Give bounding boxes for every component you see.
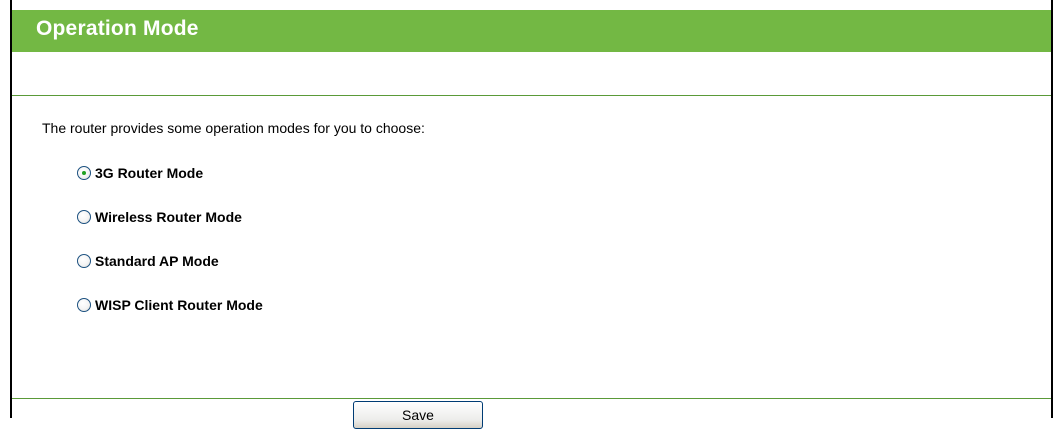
mode-option-wisp-client-router[interactable]: WISP Client Router Mode <box>77 295 263 315</box>
intro-text: The router provides some operation modes… <box>42 120 425 136</box>
mode-option-3g-router[interactable]: 3G Router Mode <box>77 163 203 183</box>
mode-option-standard-ap[interactable]: Standard AP Mode <box>77 251 219 271</box>
radio-wisp-client-router[interactable] <box>77 298 91 312</box>
mode-label-standard-ap: Standard AP Mode <box>95 253 219 269</box>
radio-3g-router[interactable] <box>77 166 91 180</box>
mode-label-3g-router: 3G Router Mode <box>95 165 204 181</box>
radio-wireless-router[interactable] <box>77 210 91 224</box>
title-bar: Operation Mode <box>12 10 1051 52</box>
save-button[interactable]: Save <box>353 401 483 429</box>
divider-bottom <box>12 398 1051 399</box>
radio-standard-ap[interactable] <box>77 254 91 268</box>
mode-label-wisp-client-router: WISP Client Router Mode <box>95 297 263 313</box>
page-title: Operation Mode <box>36 17 199 40</box>
mode-option-wireless-router[interactable]: Wireless Router Mode <box>77 207 242 227</box>
content-frame: Operation Mode The router provides some … <box>10 0 1053 429</box>
mode-label-wireless-router: Wireless Router Mode <box>95 209 242 225</box>
divider-top <box>12 95 1051 96</box>
